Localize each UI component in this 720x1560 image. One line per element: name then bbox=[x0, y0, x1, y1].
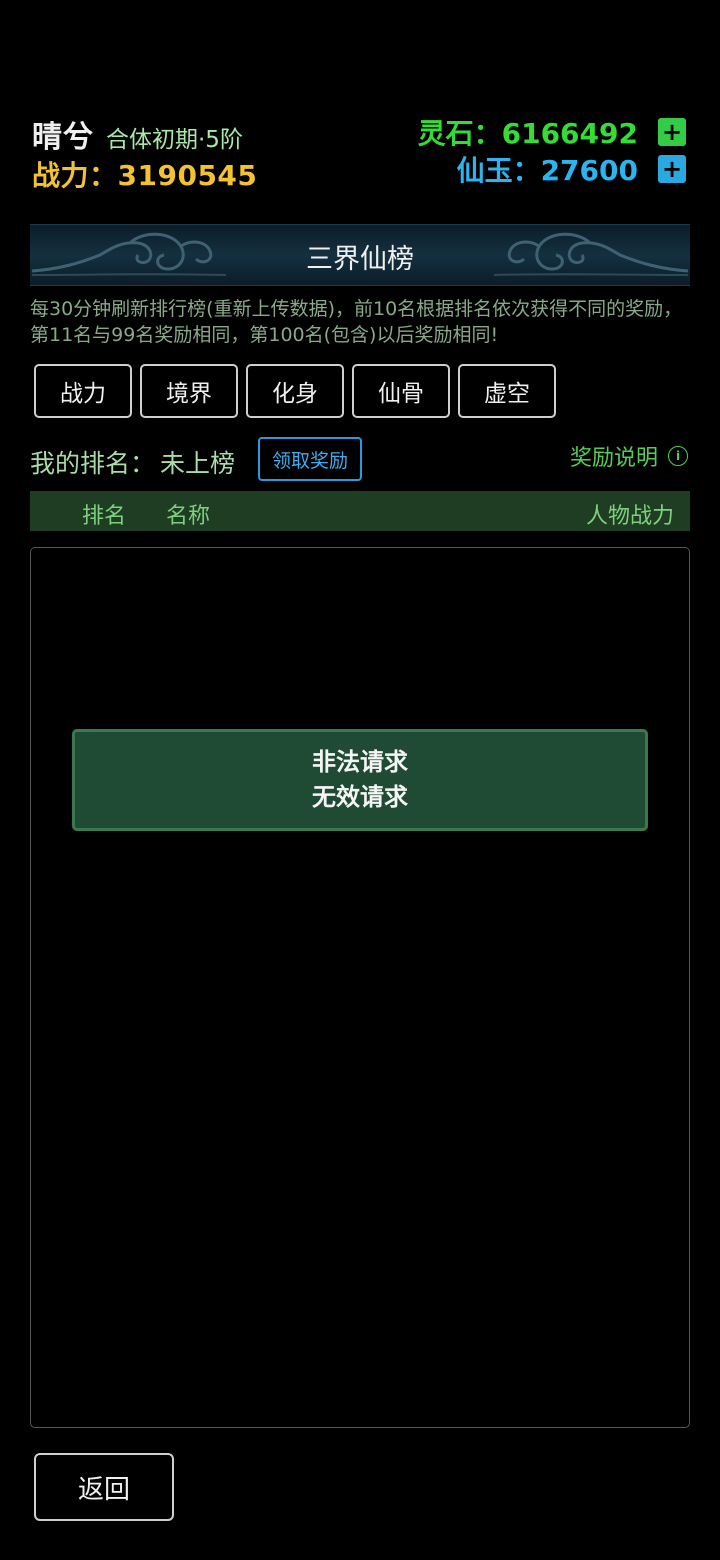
tab-realm[interactable]: 境界 bbox=[140, 364, 238, 418]
leaderboard-banner: 三界仙榜 bbox=[30, 224, 690, 286]
add-immortal-jade-button[interactable]: + bbox=[658, 155, 686, 183]
tab-void[interactable]: 虚空 bbox=[458, 364, 556, 418]
player-power: 战力：3190545 bbox=[32, 154, 257, 194]
player-name: 晴兮 bbox=[32, 120, 94, 155]
toast-line-2: 无效请求 bbox=[312, 783, 408, 811]
tab-immortal-bone[interactable]: 仙骨 bbox=[352, 364, 450, 418]
info-icon: i bbox=[668, 446, 688, 466]
ranking-list[interactable] bbox=[30, 547, 690, 1428]
reward-info-label: 奖励说明 bbox=[569, 446, 658, 471]
power-value: 3190545 bbox=[117, 159, 258, 192]
immortal-jade-text: 仙玉：27600 bbox=[457, 149, 638, 189]
toast-line-1: 非法请求 bbox=[312, 748, 408, 776]
page-title: 三界仙榜 bbox=[306, 244, 414, 275]
ranking-tabs: 战力 境界 化身 仙骨 虚空 bbox=[34, 364, 556, 418]
claim-reward-button[interactable]: 领取奖励 bbox=[258, 437, 362, 481]
spirit-stone-row: 灵石：6166492 + bbox=[418, 112, 686, 152]
immortal-jade-label: 仙玉： bbox=[456, 154, 541, 187]
spirit-stone-label: 灵石： bbox=[417, 117, 502, 150]
tab-power[interactable]: 战力 bbox=[34, 364, 132, 418]
error-toast: 非法请求 无效请求 bbox=[72, 729, 648, 831]
player-realm: 合体初期·5阶 bbox=[106, 127, 243, 153]
refresh-description: 每30分钟刷新排行榜(重新上传数据)，前10名根据排名依次获得不同的奖励，第11… bbox=[30, 298, 683, 346]
column-header-rank: 排名 bbox=[82, 504, 127, 529]
column-header-power: 人物战力 bbox=[585, 504, 674, 529]
immortal-jade-value: 27600 bbox=[540, 154, 638, 187]
add-spirit-stone-button[interactable]: + bbox=[658, 118, 686, 146]
spirit-stone-text: 灵石：6166492 bbox=[418, 112, 638, 152]
reward-info-link[interactable]: 奖励说明 i bbox=[570, 440, 688, 472]
table-header: 排名 名称 人物战力 bbox=[30, 491, 690, 531]
my-rank-value: 未上榜 bbox=[160, 449, 236, 478]
back-button[interactable]: 返回 bbox=[34, 1453, 174, 1521]
power-label: 战力： bbox=[32, 159, 118, 192]
my-rank-label: 我的排名： bbox=[30, 449, 156, 478]
spirit-stone-value: 6166492 bbox=[501, 117, 638, 150]
immortal-jade-row: 仙玉：27600 + bbox=[457, 149, 686, 189]
column-header-name: 名称 bbox=[166, 504, 211, 529]
tab-avatar[interactable]: 化身 bbox=[246, 364, 344, 418]
